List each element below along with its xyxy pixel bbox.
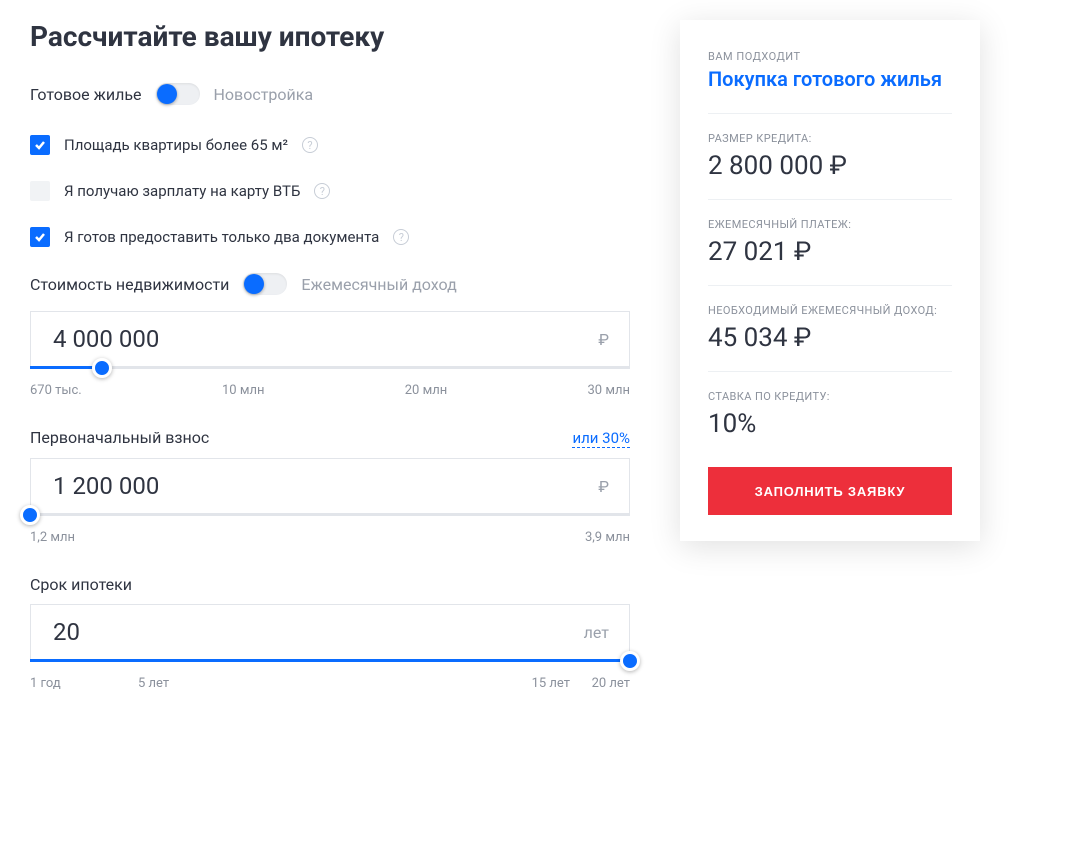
downpayment-title: Первоначальный взнос: [30, 428, 209, 447]
downpayment-input[interactable]: [51, 471, 598, 501]
info-icon[interactable]: ?: [314, 183, 330, 199]
toggle-knob-icon: [244, 274, 264, 294]
downpayment-slider[interactable]: [30, 513, 630, 516]
basis-income-label: Ежемесячный доход: [301, 275, 456, 294]
tick-label: 1 год: [30, 676, 138, 691]
downpayment-input-box: ₽: [30, 458, 630, 514]
term-input-box: лет: [30, 604, 630, 660]
checkbox-two-docs-label: Я готов предоставить только два документ…: [64, 228, 379, 246]
stat-label: НЕОБХОДИМЫЙ ЕЖЕМЕСЯЧНЫЙ ДОХОД:: [708, 304, 952, 317]
years-unit: лет: [584, 623, 609, 642]
term-ticks: 1 год 5 лет 15 лет 20 лет: [30, 676, 630, 691]
check-icon: [34, 231, 46, 243]
property-price-input[interactable]: [51, 324, 598, 354]
checkbox-two-docs[interactable]: [30, 227, 50, 247]
downpayment-percent-link[interactable]: или 30%: [572, 429, 630, 448]
ruble-unit: ₽: [598, 477, 609, 496]
checkbox-area[interactable]: [30, 135, 50, 155]
checkbox-salary[interactable]: [30, 181, 50, 201]
housing-type-new-label: Новостройка: [214, 85, 314, 104]
checkbox-salary-label: Я получаю зарплату на карту ВТБ: [64, 182, 300, 200]
check-row-salary: Я получаю зарплату на карту ВТБ ?: [30, 181, 630, 201]
tick-label: 10 млн: [222, 383, 265, 398]
property-price-input-box: ₽: [30, 311, 630, 367]
check-icon: [34, 139, 46, 151]
slider-thumb-icon[interactable]: [92, 358, 112, 378]
tick-label: 3,9 млн: [585, 530, 630, 545]
stat-loan-amount: РАЗМЕР КРЕДИТА: 2 800 000 ₽: [708, 113, 952, 199]
slider-thumb-icon[interactable]: [20, 505, 40, 525]
card-product-title: Покупка готового жилья: [708, 67, 952, 91]
housing-type-toggle-row: Готовое жилье Новостройка: [30, 83, 630, 105]
stat-value: 2 800 000 ₽: [708, 151, 952, 181]
stat-required-income: НЕОБХОДИМЫЙ ЕЖЕМЕСЯЧНЫЙ ДОХОД: 45 034 ₽: [708, 285, 952, 371]
check-row-two-docs: Я готов предоставить только два документ…: [30, 227, 630, 247]
stat-label: ЕЖЕМЕСЯЧНЫЙ ПЛАТЕЖ:: [708, 218, 952, 231]
stat-label: РАЗМЕР КРЕДИТА:: [708, 132, 952, 145]
checkbox-area-label: Площадь квартиры более 65 м²: [64, 136, 288, 154]
housing-type-toggle[interactable]: [156, 83, 200, 105]
stat-rate: СТАВКА ПО КРЕДИТУ: 10%: [708, 371, 952, 457]
calc-basis-toggle-row: Стоимость недвижимости Ежемесячный доход: [30, 273, 630, 295]
toggle-knob-icon: [157, 84, 177, 104]
property-price-group: ₽ 670 тыс. 10 млн 20 млн 30 млн: [30, 311, 630, 398]
results-card: ВАМ ПОДХОДИТ Покупка готового жилья РАЗМ…: [680, 20, 980, 541]
downpayment-group: Первоначальный взнос или 30% ₽ 1,2 млн 3…: [30, 428, 630, 545]
stat-monthly-payment: ЕЖЕМЕСЯЧНЫЙ ПЛАТЕЖ: 27 021 ₽: [708, 199, 952, 285]
term-group: Срок ипотеки лет 1 год 5 лет 15 лет 20 л…: [30, 575, 630, 691]
card-eyebrow: ВАМ ПОДХОДИТ: [708, 50, 952, 63]
stat-value: 10%: [708, 409, 952, 439]
ruble-unit: ₽: [598, 330, 609, 349]
tick-label: 670 тыс.: [30, 383, 82, 398]
check-row-area: Площадь квартиры более 65 м² ?: [30, 135, 630, 155]
stat-label: СТАВКА ПО КРЕДИТУ:: [708, 390, 952, 403]
term-slider[interactable]: [30, 659, 630, 662]
calc-basis-toggle[interactable]: [243, 273, 287, 295]
housing-type-existing-label: Готовое жилье: [30, 85, 142, 104]
property-price-ticks: 670 тыс. 10 млн 20 млн 30 млн: [30, 383, 630, 398]
slider-fill: [30, 659, 630, 662]
apply-button[interactable]: ЗАПОЛНИТЬ ЗАЯВКУ: [708, 467, 952, 515]
info-icon[interactable]: ?: [393, 229, 409, 245]
tick-label: 20 лет: [570, 676, 630, 691]
info-icon[interactable]: ?: [302, 137, 318, 153]
term-title: Срок ипотеки: [30, 575, 132, 594]
stat-value: 27 021 ₽: [708, 237, 952, 267]
tick-label: 5 лет: [138, 676, 438, 691]
downpayment-ticks: 1,2 млн 3,9 млн: [30, 530, 630, 545]
tick-label: 15 лет: [438, 676, 570, 691]
basis-price-label: Стоимость недвижимости: [30, 275, 229, 294]
tick-label: 1,2 млн: [30, 530, 75, 545]
slider-thumb-icon[interactable]: [620, 651, 640, 671]
tick-label: 30 млн: [587, 383, 630, 398]
page-title: Рассчитайте вашу ипотеку: [30, 20, 630, 53]
tick-label: 20 млн: [405, 383, 448, 398]
term-input[interactable]: [51, 617, 584, 647]
stat-value: 45 034 ₽: [708, 323, 952, 353]
property-price-slider[interactable]: [30, 366, 630, 369]
